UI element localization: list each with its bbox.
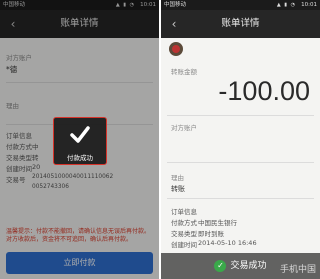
- order-row-label: 创建时间: [171, 241, 197, 249]
- carrier-label: 中国移动: [164, 2, 187, 8]
- order-row-value: 中国民生银行: [198, 219, 237, 227]
- order-row-label: 付款方式: [171, 219, 197, 227]
- title-bar: ‹ 账单详情: [161, 10, 320, 38]
- divider: [167, 162, 314, 163]
- watermark-text: 手机中国: [279, 265, 316, 275]
- page-title: 账单详情: [221, 18, 260, 29]
- left-phone-screen: 中国移动 ▲ ▮ ◔ 10:01 ‹ 账单详情 对方账户 *德 理由 订单信息 …: [0, 0, 159, 279]
- order-info-label: 订单信息: [171, 208, 197, 216]
- order-row-label: 交易类型: [171, 230, 197, 238]
- status-bar: 中国移动 ▲ ▮ ◔ 10:01: [161, 0, 320, 10]
- divider: [167, 115, 314, 116]
- toast-message: 交易成功: [230, 261, 267, 271]
- success-check-icon: ✓: [214, 259, 227, 272]
- reason-value: 转账: [171, 185, 185, 193]
- right-phone-screen: 中国移动 ▲ ▮ ◔ 10:01 ‹ 账单详情 转账金额 -100.00 对方账…: [161, 0, 320, 279]
- avatar: [169, 42, 183, 56]
- toast-message: 付款成功: [67, 154, 93, 162]
- order-row-value: 2014-05-10 16:46: [198, 239, 257, 247]
- order-row-value: 即时到账: [198, 230, 224, 238]
- reason-label: 理由: [171, 174, 184, 182]
- payee-label: 对方账户: [171, 124, 197, 132]
- divider: [167, 198, 314, 199]
- status-time: 10:01: [301, 2, 317, 8]
- amount-label: 转账金额: [171, 68, 197, 76]
- payment-success-toast: 付款成功: [53, 117, 107, 165]
- signal-icons: ▲ ▮ ◔: [276, 2, 296, 8]
- checkmark-icon: [54, 124, 106, 146]
- transfer-amount: -100.00: [218, 76, 310, 106]
